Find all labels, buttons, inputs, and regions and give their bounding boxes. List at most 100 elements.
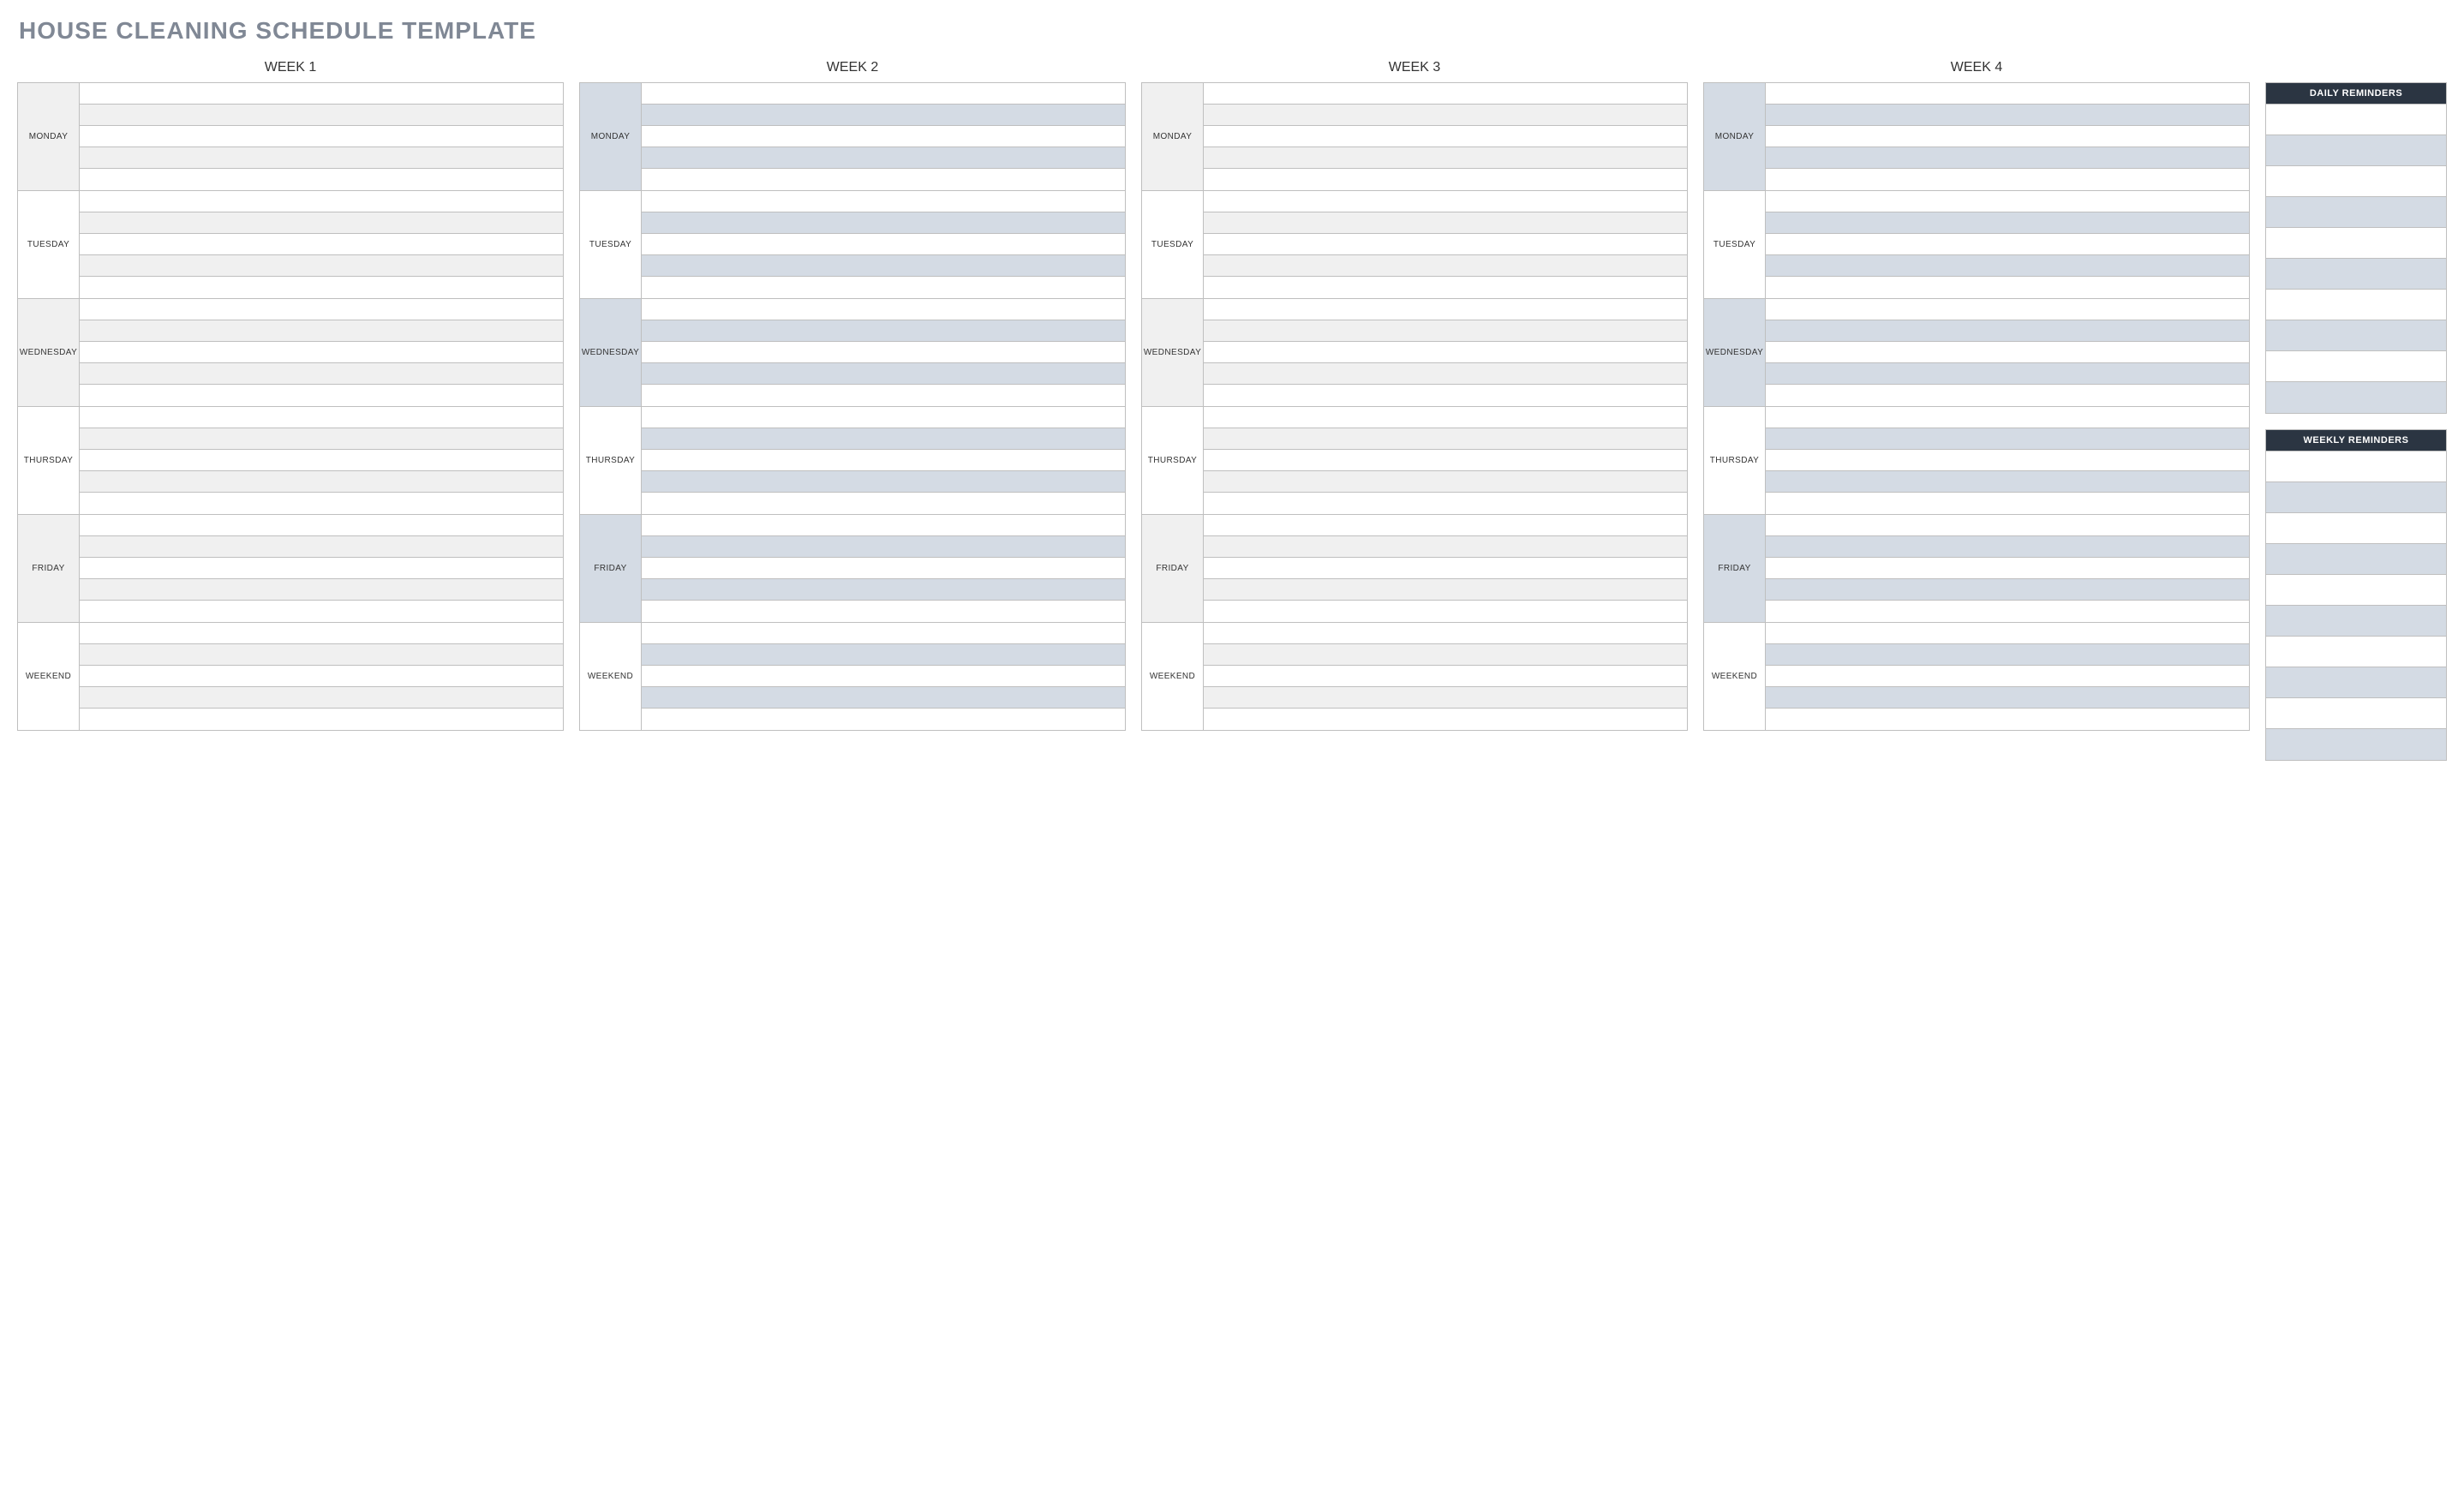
task-row[interactable]: [642, 147, 1125, 169]
task-row[interactable]: [1766, 428, 2249, 450]
task-row[interactable]: [1766, 169, 2249, 190]
task-row[interactable]: [1766, 407, 2249, 428]
task-row[interactable]: [1204, 644, 1687, 666]
task-row[interactable]: [642, 320, 1125, 342]
task-row[interactable]: [80, 212, 563, 234]
task-row[interactable]: [80, 471, 563, 493]
task-row[interactable]: [1204, 147, 1687, 169]
task-row[interactable]: [80, 644, 563, 666]
task-row[interactable]: [1766, 558, 2249, 579]
task-row[interactable]: [1766, 450, 2249, 471]
task-row[interactable]: [80, 709, 563, 730]
task-row[interactable]: [642, 299, 1125, 320]
task-row[interactable]: [642, 558, 1125, 579]
task-row[interactable]: [80, 299, 563, 320]
task-row[interactable]: [80, 558, 563, 579]
reminder-row[interactable]: [2266, 606, 2446, 637]
task-row[interactable]: [642, 169, 1125, 190]
task-row[interactable]: [642, 536, 1125, 558]
task-row[interactable]: [1204, 83, 1687, 105]
reminder-row[interactable]: [2266, 290, 2446, 320]
task-row[interactable]: [1204, 709, 1687, 730]
task-row[interactable]: [642, 471, 1125, 493]
task-row[interactable]: [1766, 536, 2249, 558]
task-row[interactable]: [80, 126, 563, 147]
task-row[interactable]: [80, 105, 563, 126]
task-row[interactable]: [1204, 385, 1687, 406]
task-row[interactable]: [1766, 709, 2249, 730]
task-row[interactable]: [1204, 623, 1687, 644]
task-row[interactable]: [80, 601, 563, 622]
task-row[interactable]: [80, 255, 563, 277]
task-row[interactable]: [642, 601, 1125, 622]
task-row[interactable]: [80, 385, 563, 406]
reminder-row[interactable]: [2266, 382, 2446, 413]
task-row[interactable]: [1204, 342, 1687, 363]
task-row[interactable]: [642, 623, 1125, 644]
task-row[interactable]: [1204, 255, 1687, 277]
task-row[interactable]: [1766, 601, 2249, 622]
task-row[interactable]: [1204, 191, 1687, 212]
task-row[interactable]: [80, 579, 563, 601]
task-row[interactable]: [1766, 105, 2249, 126]
task-row[interactable]: [1204, 471, 1687, 493]
task-row[interactable]: [1766, 471, 2249, 493]
task-row[interactable]: [1204, 428, 1687, 450]
task-row[interactable]: [1204, 126, 1687, 147]
task-row[interactable]: [1204, 558, 1687, 579]
task-row[interactable]: [642, 407, 1125, 428]
task-row[interactable]: [1766, 299, 2249, 320]
task-row[interactable]: [1766, 126, 2249, 147]
reminder-row[interactable]: [2266, 197, 2446, 228]
task-row[interactable]: [642, 666, 1125, 687]
task-row[interactable]: [80, 191, 563, 212]
reminder-row[interactable]: [2266, 482, 2446, 513]
task-row[interactable]: [1204, 450, 1687, 471]
task-row[interactable]: [642, 644, 1125, 666]
task-row[interactable]: [80, 536, 563, 558]
task-row[interactable]: [80, 428, 563, 450]
reminder-row[interactable]: [2266, 351, 2446, 382]
task-row[interactable]: [80, 147, 563, 169]
task-row[interactable]: [642, 255, 1125, 277]
reminder-row[interactable]: [2266, 166, 2446, 197]
task-row[interactable]: [642, 105, 1125, 126]
reminder-row[interactable]: [2266, 729, 2446, 760]
reminder-row[interactable]: [2266, 451, 2446, 482]
task-row[interactable]: [642, 493, 1125, 514]
task-row[interactable]: [1766, 234, 2249, 255]
reminder-row[interactable]: [2266, 698, 2446, 729]
task-row[interactable]: [1204, 536, 1687, 558]
task-row[interactable]: [642, 709, 1125, 730]
task-row[interactable]: [1204, 277, 1687, 298]
task-row[interactable]: [642, 234, 1125, 255]
task-row[interactable]: [642, 385, 1125, 406]
task-row[interactable]: [80, 687, 563, 709]
task-row[interactable]: [80, 169, 563, 190]
task-row[interactable]: [642, 212, 1125, 234]
task-row[interactable]: [1204, 212, 1687, 234]
reminder-row[interactable]: [2266, 259, 2446, 290]
task-row[interactable]: [1766, 687, 2249, 709]
task-row[interactable]: [1204, 407, 1687, 428]
task-row[interactable]: [642, 515, 1125, 536]
task-row[interactable]: [642, 342, 1125, 363]
task-row[interactable]: [80, 234, 563, 255]
task-row[interactable]: [642, 363, 1125, 385]
task-row[interactable]: [1204, 601, 1687, 622]
task-row[interactable]: [1766, 666, 2249, 687]
task-row[interactable]: [80, 515, 563, 536]
task-row[interactable]: [1204, 666, 1687, 687]
task-row[interactable]: [80, 363, 563, 385]
task-row[interactable]: [80, 320, 563, 342]
task-row[interactable]: [1204, 687, 1687, 709]
task-row[interactable]: [1766, 277, 2249, 298]
reminder-row[interactable]: [2266, 544, 2446, 575]
task-row[interactable]: [1204, 320, 1687, 342]
reminder-row[interactable]: [2266, 105, 2446, 135]
task-row[interactable]: [642, 579, 1125, 601]
task-row[interactable]: [1766, 579, 2249, 601]
task-row[interactable]: [1204, 105, 1687, 126]
task-row[interactable]: [642, 126, 1125, 147]
task-row[interactable]: [1766, 644, 2249, 666]
